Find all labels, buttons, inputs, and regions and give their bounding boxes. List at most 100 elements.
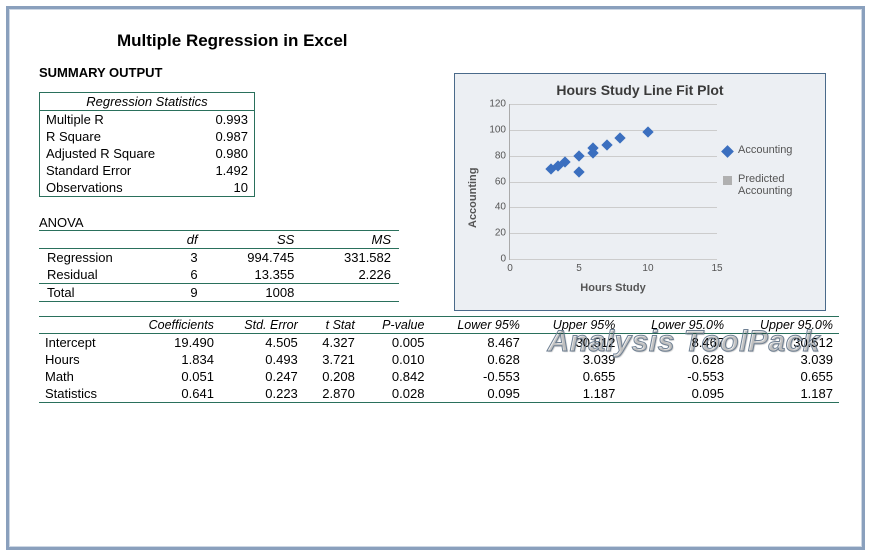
reg-stat-value: 0.980 (196, 145, 254, 162)
legend-item: Accounting (723, 144, 815, 157)
coef-cell: 0.247 (220, 368, 304, 385)
anova-header: MS (302, 231, 399, 249)
reg-stat-label: R Square (40, 128, 197, 145)
coef-cell: 0.655 (730, 368, 839, 385)
reg-stat-value: 1.492 (196, 162, 254, 179)
coef-cell: 0.223 (220, 385, 304, 403)
coef-cell: 0.655 (526, 368, 621, 385)
legend-item: Predicted Accounting (723, 173, 815, 198)
chart-legend: Accounting Predicted Accounting (723, 144, 815, 214)
anova-cell: 2.226 (302, 266, 399, 284)
coef-cell: 0.628 (430, 351, 525, 368)
chart-xtick: 5 (576, 259, 582, 274)
coef-cell: 0.005 (361, 334, 431, 352)
coef-cell: 1.187 (526, 385, 621, 403)
anova-header (39, 231, 164, 249)
coef-cell: 3.721 (304, 351, 361, 368)
anova-row-label: Total (39, 284, 164, 302)
chart-gridline (510, 233, 717, 234)
anova-cell: 1008 (206, 284, 303, 302)
coef-cell: 0.095 (430, 385, 525, 403)
document-frame: Multiple Regression in Excel SUMMARY OUT… (6, 6, 865, 550)
chart-xlabel: Hours Study (509, 282, 717, 294)
chart-xtick: 15 (711, 259, 722, 274)
chart-main: 020406080100120051015 Hours Study Accoun… (481, 104, 815, 292)
chart-gridline (510, 156, 717, 157)
coef-row-label: Intercept (39, 334, 121, 352)
coef-header: Coefficients (121, 317, 220, 334)
chart-ytick: 100 (489, 124, 510, 135)
chart-body: Accounting 020406080100120051015 Hours S… (465, 104, 815, 292)
legend-marker-icon (721, 145, 734, 158)
coef-header: P-value (361, 317, 431, 334)
coef-cell: 0.010 (361, 351, 431, 368)
chart-point (573, 167, 584, 178)
anova-cell: 9 (164, 284, 205, 302)
coef-cell: 4.505 (220, 334, 304, 352)
coef-cell: 0.095 (621, 385, 730, 403)
coef-cell: 1.834 (121, 351, 220, 368)
anova-cell (302, 284, 399, 302)
chart-xtick: 0 (507, 259, 513, 274)
reg-stat-value: 0.993 (196, 111, 254, 129)
coef-header: Std. Error (220, 317, 304, 334)
anova-table: dfSSMS Regression3994.745331.582Residual… (39, 230, 399, 302)
chart-ytick: 60 (495, 176, 510, 187)
coef-row-label: Statistics (39, 385, 121, 403)
chart-ytick: 40 (495, 202, 510, 213)
anova-cell: 3 (164, 249, 205, 267)
reg-stat-label: Observations (40, 179, 197, 197)
coef-cell: -0.553 (621, 368, 730, 385)
chart-title: Hours Study Line Fit Plot (465, 82, 815, 98)
chart-point (615, 132, 626, 143)
coef-cell: 0.208 (304, 368, 361, 385)
chart-gridline (510, 130, 717, 131)
reg-stat-label: Standard Error (40, 162, 197, 179)
legend-label: Predicted Accounting (738, 173, 815, 198)
coef-header (39, 317, 121, 334)
chart-ytick: 120 (489, 99, 510, 110)
coef-cell: 0.028 (361, 385, 431, 403)
anova-cell: 6 (164, 266, 205, 284)
chart-point (642, 127, 653, 138)
chart-xtick: 10 (642, 259, 653, 274)
analysis-toolpack-label: Analysis ToolPack (548, 325, 821, 359)
coef-row-label: Hours (39, 351, 121, 368)
coef-cell: 0.641 (121, 385, 220, 403)
legend-marker-icon (723, 176, 732, 185)
coef-cell: 8.467 (430, 334, 525, 352)
coef-cell: 2.870 (304, 385, 361, 403)
anova-header: df (164, 231, 205, 249)
chart-container: Hours Study Line Fit Plot Accounting 020… (454, 73, 826, 311)
coef-cell: -0.553 (430, 368, 525, 385)
reg-stats-header: Regression Statistics (40, 93, 255, 111)
anova-row-label: Regression (39, 249, 164, 267)
chart-point (601, 140, 612, 151)
coef-row-label: Math (39, 368, 121, 385)
chart-plot-area: 020406080100120051015 (509, 104, 717, 260)
coef-header: Lower 95% (430, 317, 525, 334)
reg-stat-label: Adjusted R Square (40, 145, 197, 162)
coef-cell: 4.327 (304, 334, 361, 352)
anova-row-label: Residual (39, 266, 164, 284)
regression-statistics-table: Regression Statistics Multiple R0.993R S… (39, 92, 255, 197)
chart-gridline (510, 182, 717, 183)
legend-label: Accounting (738, 144, 792, 157)
page-title: Multiple Regression in Excel (117, 31, 836, 51)
chart-ytick: 80 (495, 150, 510, 161)
chart-gridline (510, 259, 717, 260)
reg-stat-value: 10 (196, 179, 254, 197)
chart-gridline (510, 207, 717, 208)
reg-stat-label: Multiple R (40, 111, 197, 129)
chart-point (573, 150, 584, 161)
chart-ytick: 20 (495, 228, 510, 239)
coef-cell: 19.490 (121, 334, 220, 352)
anova-cell: 13.355 (206, 266, 303, 284)
coef-cell: 0.051 (121, 368, 220, 385)
coef-cell: 1.187 (730, 385, 839, 403)
chart-ylabel: Accounting (465, 104, 481, 292)
coef-header: t Stat (304, 317, 361, 334)
anova-cell: 331.582 (302, 249, 399, 267)
chart-gridline (510, 104, 717, 105)
anova-cell: 994.745 (206, 249, 303, 267)
